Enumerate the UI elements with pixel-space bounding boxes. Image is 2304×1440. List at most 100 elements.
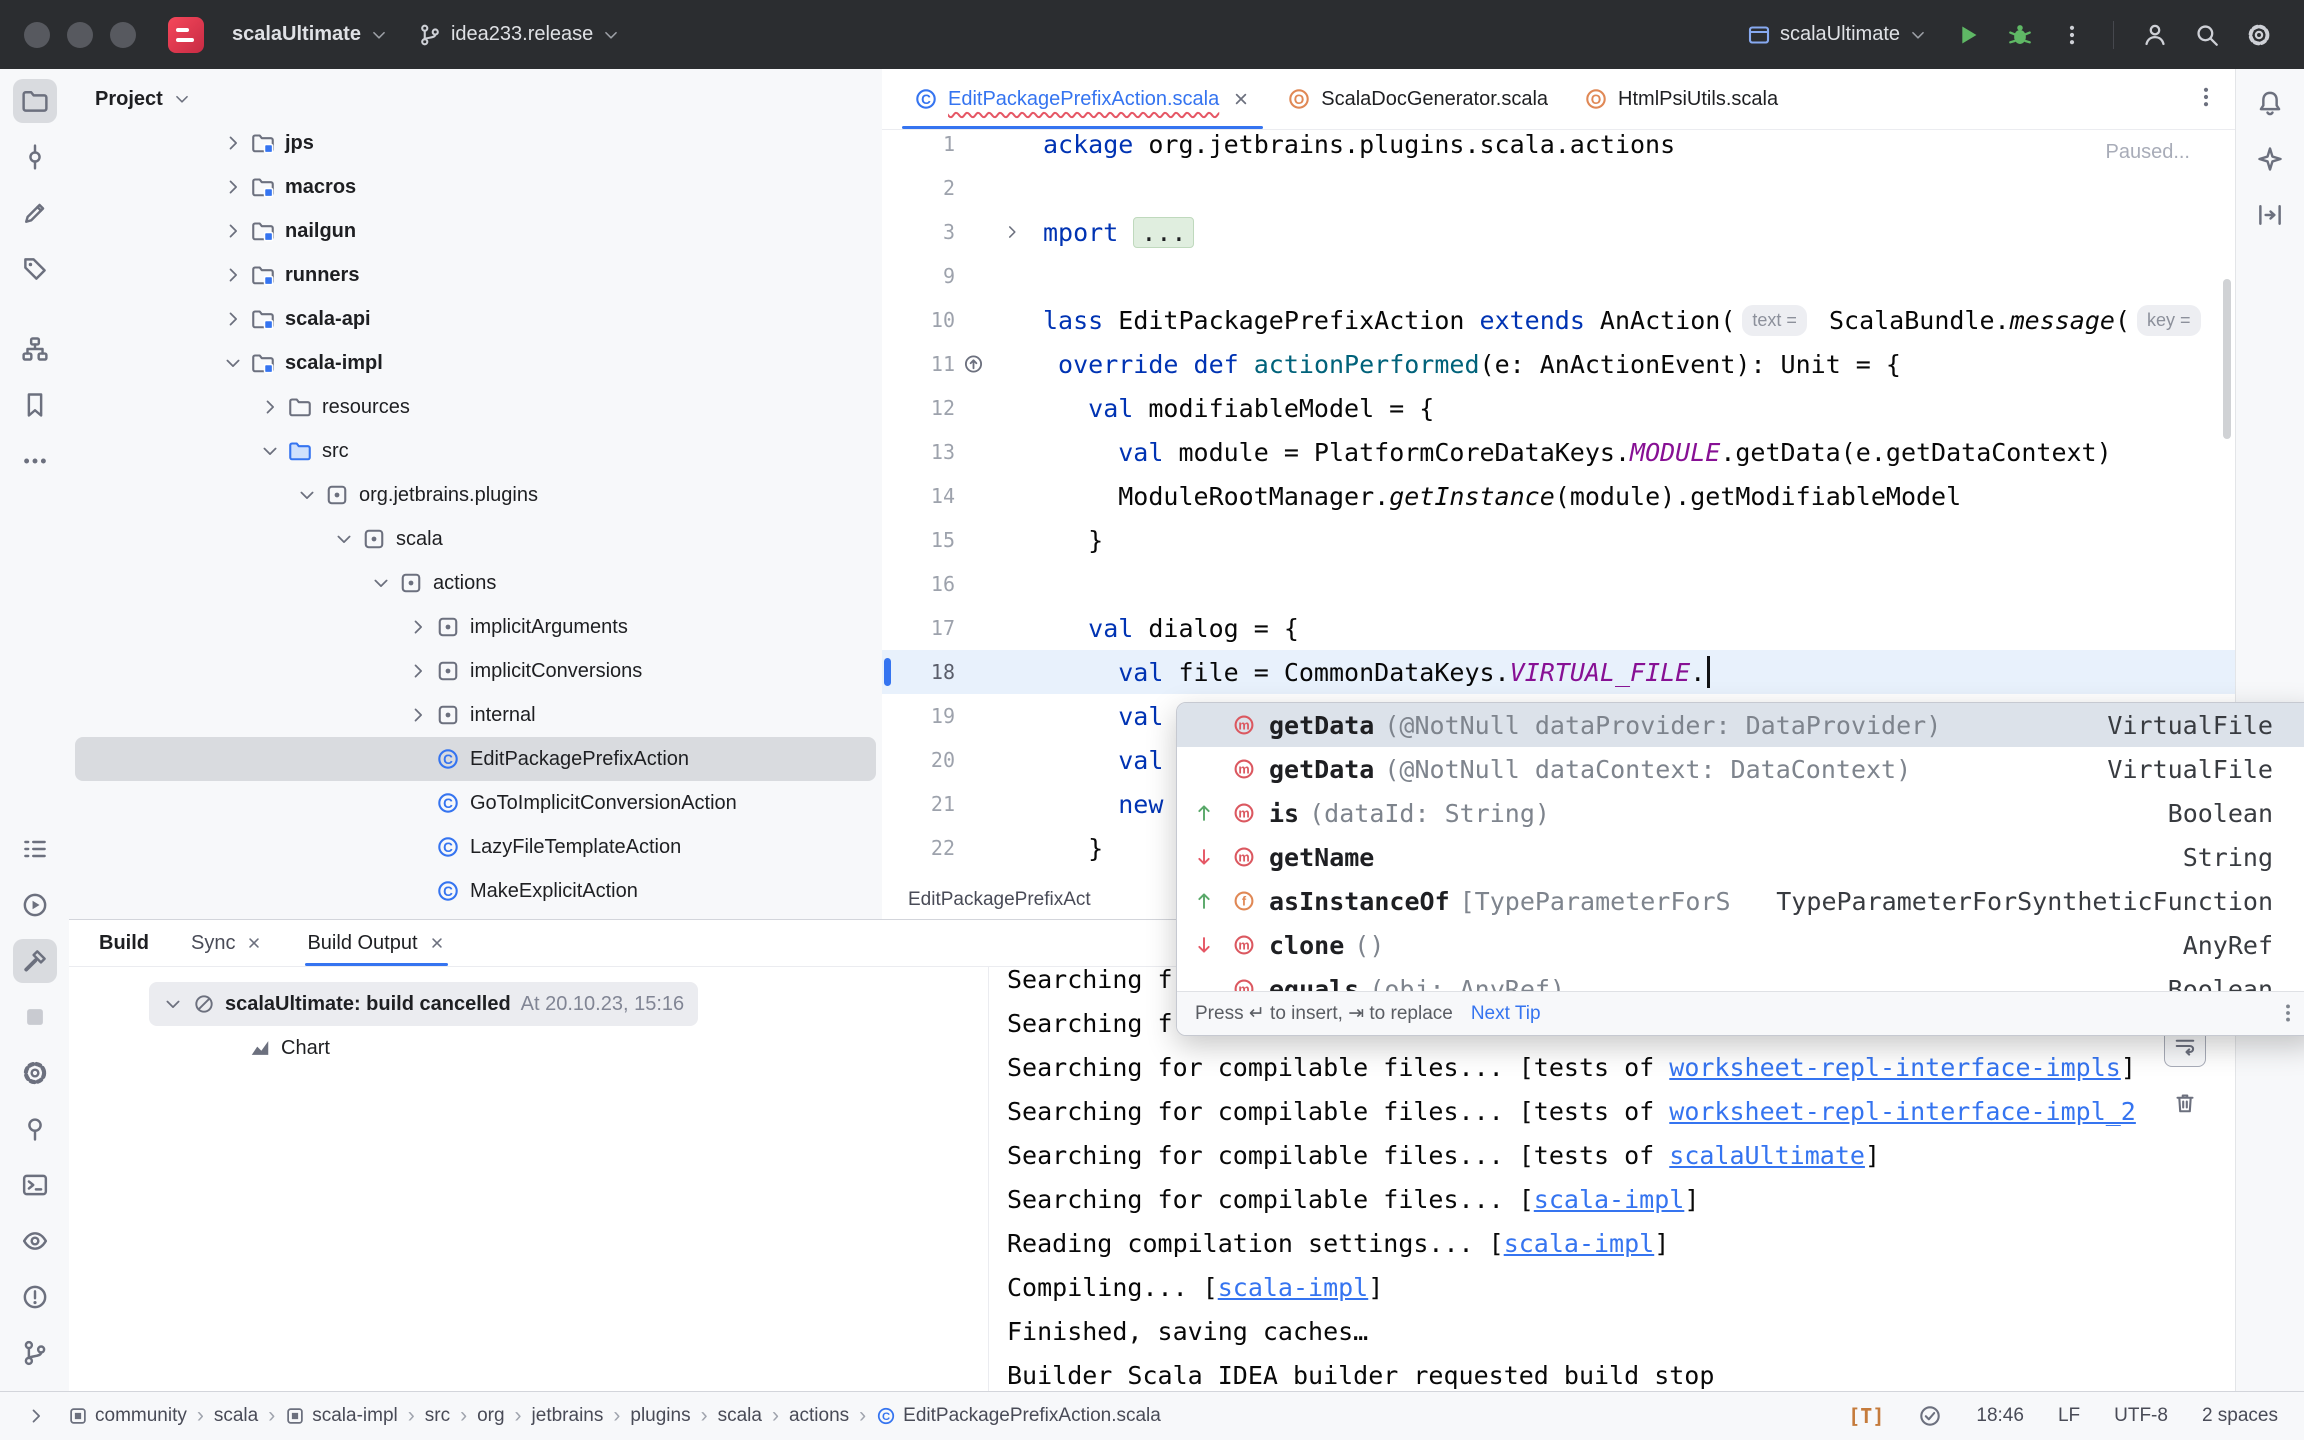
tree-item[interactable]: C GoToImplicitConversionAction <box>75 781 876 825</box>
rail-notifications-button[interactable] <box>2248 81 2292 125</box>
rail-more-button[interactable] <box>13 439 57 483</box>
tree-item[interactable]: internal <box>75 693 876 737</box>
tree-item[interactable]: scala <box>75 517 876 561</box>
completion-item[interactable]: m equals (obj: AnyRef) Boolean <box>1177 967 2304 991</box>
breadcrumb-item[interactable]: actions <box>789 1405 849 1427</box>
tree-item[interactable]: C LazyFileTemplateAction <box>75 825 876 869</box>
tree-item[interactable]: runners <box>75 253 876 297</box>
rail-inspections-button[interactable] <box>13 1219 57 1263</box>
translation-widget[interactable]: [T] <box>1848 1404 1884 1428</box>
rail-pin-button[interactable] <box>13 1107 57 1151</box>
rail-project-button[interactable] <box>12 79 57 123</box>
rail-todo-button[interactable] <box>13 827 57 871</box>
tab-options-button[interactable] <box>2194 85 2218 109</box>
toolwindow-toggle-button[interactable] <box>26 1405 46 1427</box>
build-tree-item[interactable]: scalaUltimate: build cancelled At 20.10.2… <box>149 982 699 1026</box>
minimize-window-button[interactable] <box>67 21 93 48</box>
completion-item[interactable]: m getData (@NotNull dataContext: DataConte… <box>1177 747 2304 791</box>
rail-diff-viewer-button[interactable] <box>2248 193 2292 237</box>
line-ending-widget[interactable]: LF <box>2058 1405 2080 1427</box>
completion-item[interactable]: m clone () AnyRef <box>1177 923 2304 967</box>
completion-item[interactable]: m getData (@NotNull dataProvider: DataProv… <box>1177 703 2304 747</box>
breadcrumb-item[interactable]: scala <box>718 1405 762 1427</box>
console-link[interactable]: worksheet-repl-interface-impls <box>1669 1053 2121 1082</box>
completion-item[interactable]: f asInstanceOf [TypeParameterForS TypeParam… <box>1177 879 2304 923</box>
rail-settings-sync-button[interactable] <box>13 1051 57 1095</box>
rail-commit-button[interactable] <box>13 135 57 179</box>
tree-item[interactable]: scala-impl <box>75 341 876 385</box>
project-panel-header[interactable]: Project <box>69 69 882 129</box>
code-with-me-button[interactable] <box>2134 14 2176 56</box>
completion-options-button[interactable] <box>2277 1002 2299 1024</box>
rail-edit-button[interactable] <box>13 191 57 235</box>
override-marker-icon[interactable] <box>963 354 984 375</box>
close-icon[interactable] <box>245 934 263 952</box>
console-link[interactable]: worksheet-repl-interface-impl_2 <box>1669 1097 2136 1126</box>
build-tab[interactable]: Build Output <box>305 920 448 966</box>
rail-version-control-button[interactable] <box>13 1331 57 1375</box>
rail-build-button[interactable] <box>12 939 57 983</box>
completion-item[interactable]: m getName String <box>1177 835 2304 879</box>
indent-widget[interactable]: 2 spaces <box>2202 1405 2278 1427</box>
editor-tab[interactable]: C EditPackagePrefixAction.scala <box>896 69 1269 129</box>
rail-bookmarks-button[interactable] <box>13 383 57 427</box>
tree-item[interactable]: actions <box>75 561 876 605</box>
breadcrumb-item[interactable]: plugins <box>630 1405 690 1427</box>
tree-item[interactable]: org.jetbrains.plugins <box>75 473 876 517</box>
debug-button[interactable] <box>1999 14 2041 56</box>
settings-button[interactable] <box>2238 14 2280 56</box>
close-window-button[interactable] <box>24 21 50 48</box>
tree-item[interactable]: nailgun <box>75 209 876 253</box>
rail-problems-button[interactable] <box>13 1275 57 1319</box>
rail-structure-button[interactable] <box>13 327 57 371</box>
run-button[interactable] <box>1947 14 1989 56</box>
tree-item[interactable]: C EditPackagePrefixAction <box>75 737 876 781</box>
build-panel-divider[interactable] <box>988 966 989 1392</box>
window-controls[interactable] <box>24 21 136 48</box>
console-link[interactable]: scala-impl <box>1504 1229 1655 1258</box>
clear-console-button[interactable] <box>2165 1083 2205 1123</box>
breadcrumb-item[interactable]: community <box>68 1405 187 1427</box>
breadcrumb-item[interactable]: scala <box>214 1405 258 1427</box>
rail-ai-assistant-button[interactable] <box>2248 137 2292 181</box>
more-actions-button[interactable] <box>2051 14 2093 56</box>
run-configuration-selector[interactable]: scalaUltimate <box>1737 15 1937 55</box>
tree-item[interactable]: jps <box>75 129 876 165</box>
rail-tags-button[interactable] <box>13 247 57 291</box>
breadcrumb-item[interactable]: C EditPackagePrefixAction.scala <box>876 1405 1161 1427</box>
close-icon[interactable] <box>1231 89 1251 109</box>
build-tree-item[interactable]: Chart <box>235 1026 344 1070</box>
maximize-window-button[interactable] <box>110 21 136 48</box>
completion-item[interactable]: m is (dataId: String) Boolean <box>1177 791 2304 835</box>
tree-item[interactable]: C MakeExplicitAction <box>75 869 876 913</box>
tree-item[interactable]: src <box>75 429 876 473</box>
console-link[interactable]: scala-impl <box>1218 1273 1369 1302</box>
tree-item[interactable]: implicitArguments <box>75 605 876 649</box>
next-tip-link[interactable]: Next Tip <box>1471 1003 1541 1025</box>
branch-selector[interactable]: idea233.release <box>408 15 630 55</box>
search-everywhere-button[interactable] <box>2186 14 2228 56</box>
inspections-widget-icon[interactable] <box>1918 1404 1942 1428</box>
breadcrumb-item[interactable]: src <box>425 1405 450 1427</box>
project-selector[interactable]: scalaUltimate <box>222 15 398 54</box>
rail-terminal-button[interactable] <box>13 1163 57 1207</box>
editor-scrollbar[interactable] <box>2223 279 2231 439</box>
breadcrumb-item[interactable]: jetbrains <box>532 1405 604 1427</box>
editor-tab[interactable]: O HtmlPsiUtils.scala <box>1566 69 1796 129</box>
caret-position-widget[interactable]: 18:46 <box>1976 1405 2024 1427</box>
editor-tab[interactable]: O ScalaDocGenerator.scala <box>1269 69 1566 129</box>
close-icon[interactable] <box>428 934 446 952</box>
tree-item[interactable]: macros <box>75 165 876 209</box>
tree-item[interactable]: resources <box>75 385 876 429</box>
console-link[interactable]: scala-impl <box>1534 1185 1685 1214</box>
tree-item[interactable]: scala-api <box>75 297 876 341</box>
breadcrumb-item[interactable]: org <box>477 1405 504 1427</box>
encoding-widget[interactable]: UTF-8 <box>2114 1405 2168 1427</box>
fold-chevron-icon[interactable] <box>1003 223 1021 241</box>
breadcrumb-item[interactable]: scala-impl <box>285 1405 398 1427</box>
rail-services-button[interactable] <box>13 883 57 927</box>
build-tab[interactable]: Sync <box>189 920 265 966</box>
rail-profiler-button[interactable] <box>13 995 57 1039</box>
console-link[interactable]: scalaUltimate <box>1669 1141 1865 1170</box>
tree-item[interactable]: implicitConversions <box>75 649 876 693</box>
